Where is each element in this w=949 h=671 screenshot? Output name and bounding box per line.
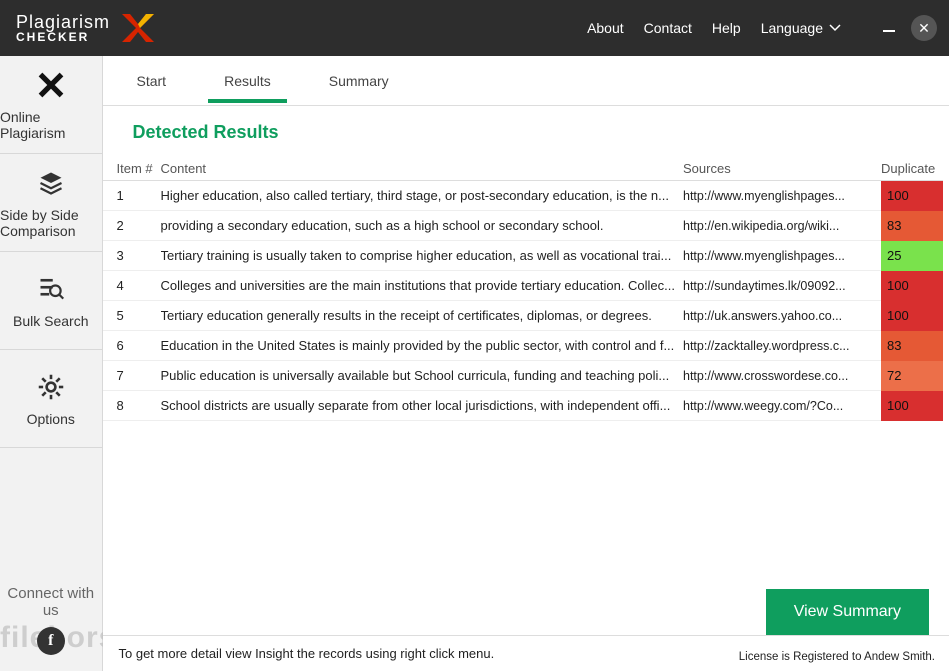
gear-icon — [35, 371, 67, 403]
tab-results[interactable]: Results — [220, 61, 275, 101]
sidebar-item-label: Bulk Search — [13, 313, 88, 329]
cell-content: Tertiary education generally results in … — [161, 308, 684, 323]
cell-duplicate: 83 — [881, 211, 943, 241]
sidebar-item-bulk-search[interactable]: Bulk Search — [0, 252, 102, 350]
sidebar: Online Plagiarism Side by Side Compariso… — [0, 56, 103, 671]
facebook-icon[interactable]: f — [37, 627, 65, 655]
logo-x-icon — [116, 8, 156, 48]
tabs: Start Results Summary — [103, 56, 949, 106]
x-icon — [35, 69, 67, 101]
cell-content: Tertiary training is usually taken to co… — [161, 248, 684, 263]
cell-item-num: 6 — [117, 338, 161, 353]
title-bar: Plagiarism CHECKER About Contact Help La… — [0, 0, 949, 56]
sidebar-item-label: Side by Side Comparison — [0, 207, 102, 239]
cell-item-num: 3 — [117, 248, 161, 263]
results-table: Item # Content Sources Duplicate 1Higher… — [103, 157, 949, 635]
cell-item-num: 1 — [117, 188, 161, 203]
logo: Plagiarism CHECKER — [16, 8, 156, 48]
cell-duplicate: 72 — [881, 361, 943, 391]
sidebar-item-label: Options — [27, 411, 75, 427]
table-row[interactable]: 8School districts are usually separate f… — [103, 391, 944, 421]
cell-duplicate: 100 — [881, 181, 943, 211]
cell-source: http://www.myenglishpages... — [683, 249, 881, 263]
cell-content: Education in the United States is mainly… — [161, 338, 684, 353]
section-title: Detected Results — [133, 122, 949, 143]
connect-with-us: Connect with us f — [0, 585, 102, 655]
view-summary-button[interactable]: View Summary — [766, 589, 929, 635]
close-button[interactable]: ✕ — [911, 15, 937, 41]
cell-source: http://zacktalley.wordpress.c... — [683, 339, 881, 353]
cell-item-num: 4 — [117, 278, 161, 293]
chevron-down-icon — [829, 24, 841, 32]
cell-content: School districts are usually separate fr… — [161, 398, 684, 413]
cell-item-num: 8 — [117, 398, 161, 413]
col-duplicate: Duplicate — [881, 161, 943, 176]
app-name-1: Plagiarism — [16, 13, 110, 31]
nav-language[interactable]: Language — [761, 20, 841, 36]
header-nav: About Contact Help Language ✕ — [587, 15, 937, 41]
cell-source: http://en.wikipedia.org/wiki... — [683, 219, 881, 233]
cell-duplicate: 100 — [881, 271, 943, 301]
minimize-button[interactable] — [883, 30, 895, 32]
app-name-2: CHECKER — [16, 31, 110, 43]
cell-source: http://sundaytimes.lk/09092... — [683, 279, 881, 293]
sidebar-item-label: Online Plagiarism — [0, 109, 102, 141]
table-row[interactable]: 3Tertiary training is usually taken to c… — [103, 241, 944, 271]
nav-help[interactable]: Help — [712, 20, 741, 36]
sidebar-item-side-by-side[interactable]: Side by Side Comparison — [0, 154, 102, 252]
cell-source: http://uk.answers.yahoo.co... — [683, 309, 881, 323]
cell-content: providing a secondary education, such as… — [161, 218, 684, 233]
table-row[interactable]: 1Higher education, also called tertiary,… — [103, 181, 944, 211]
col-item: Item # — [117, 161, 161, 176]
table-row[interactable]: 2providing a secondary education, such a… — [103, 211, 944, 241]
cell-source: http://www.myenglishpages... — [683, 189, 881, 203]
license-text: License is Registered to Andew Smith. — [739, 651, 935, 663]
table-row[interactable]: 4Colleges and universities are the main … — [103, 271, 944, 301]
tab-start[interactable]: Start — [133, 61, 171, 101]
cell-content: Public education is universally availabl… — [161, 368, 684, 383]
cell-source: http://www.weegy.com/?Co... — [683, 399, 881, 413]
cell-item-num: 7 — [117, 368, 161, 383]
cell-item-num: 2 — [117, 218, 161, 233]
tab-summary[interactable]: Summary — [325, 61, 393, 101]
cell-duplicate: 83 — [881, 331, 943, 361]
table-row[interactable]: 5Tertiary education generally results in… — [103, 301, 944, 331]
sidebar-item-options[interactable]: Options — [0, 350, 102, 448]
nav-about[interactable]: About — [587, 20, 624, 36]
cell-item-num: 5 — [117, 308, 161, 323]
table-row[interactable]: 6Education in the United States is mainl… — [103, 331, 944, 361]
cell-duplicate: 25 — [881, 241, 943, 271]
table-row[interactable]: 7Public education is universally availab… — [103, 361, 944, 391]
table-header: Item # Content Sources Duplicate — [103, 157, 944, 181]
sidebar-item-online-plagiarism[interactable]: Online Plagiarism — [0, 56, 102, 154]
cell-source: http://www.crosswordese.co... — [683, 369, 881, 383]
cell-duplicate: 100 — [881, 391, 943, 421]
main-panel: Start Results Summary Detected Results I… — [103, 56, 949, 671]
list-search-icon — [35, 273, 67, 305]
cell-content: Colleges and universities are the main i… — [161, 278, 684, 293]
layers-icon — [35, 167, 67, 199]
nav-contact[interactable]: Contact — [644, 20, 692, 36]
cell-duplicate: 100 — [881, 301, 943, 331]
col-sources: Sources — [683, 161, 881, 176]
cell-content: Higher education, also called tertiary, … — [161, 188, 684, 203]
col-content: Content — [161, 161, 684, 176]
